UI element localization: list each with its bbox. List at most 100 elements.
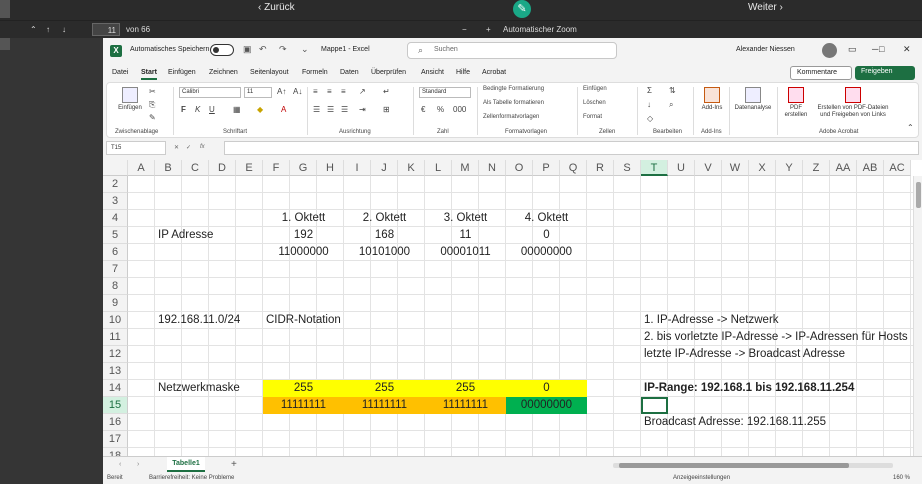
fx-icon[interactable]: fx xyxy=(200,144,205,150)
row-header[interactable]: 5 xyxy=(103,227,128,244)
decrease-font-icon[interactable]: A↓ xyxy=(293,87,302,96)
cell-maskbin-2[interactable]: 11111111 xyxy=(344,397,425,414)
column-header[interactable]: W xyxy=(722,160,749,176)
copy-icon[interactable]: ⎘ xyxy=(149,100,155,110)
row-header[interactable]: 10 xyxy=(103,312,128,329)
cell-ip-1[interactable]: 192 xyxy=(263,227,344,244)
row-header[interactable]: 17 xyxy=(103,431,128,448)
cell-styles-button[interactable]: Zellenformatvorlagen xyxy=(483,114,539,120)
user-name[interactable]: Alexander Niessen xyxy=(736,46,795,53)
vertical-scrollbar[interactable] xyxy=(913,176,922,456)
column-header[interactable]: B xyxy=(155,160,182,176)
display-settings[interactable]: Anzeigeeinstellungen xyxy=(673,475,730,481)
scrollbar-thumb[interactable] xyxy=(916,182,921,208)
page-down-icon[interactable]: ↓ xyxy=(62,25,66,34)
cell-ip-2[interactable]: 168 xyxy=(344,227,425,244)
collapse-ribbon-icon[interactable]: ⌃ xyxy=(907,123,914,132)
bold-button[interactable]: F xyxy=(181,105,186,114)
formula-input[interactable] xyxy=(224,141,919,155)
conditional-format-button[interactable]: Bedingte Formatierung xyxy=(483,86,544,92)
enter-icon[interactable]: ✓ xyxy=(186,144,191,151)
row-header[interactable]: 2 xyxy=(103,176,128,193)
cell-ip-4[interactable]: 0 xyxy=(506,227,587,244)
select-all-corner[interactable] xyxy=(103,160,128,176)
pdf-share-button[interactable]: Erstellen von PDF-Dateien und Freigeben … xyxy=(813,87,893,119)
column-header[interactable]: AC xyxy=(884,160,911,176)
cell-note-1[interactable]: 1. IP-Adresse -> Netzwerk xyxy=(644,312,887,329)
back-button[interactable]: ‹ Zurück xyxy=(258,2,295,13)
column-header[interactable]: I xyxy=(344,160,371,176)
redo-icon[interactable]: ↷ xyxy=(279,44,287,55)
cut-icon[interactable]: ✂ xyxy=(149,87,156,96)
align-bottom-icon[interactable]: ≡ xyxy=(341,87,346,96)
italic-button[interactable]: K xyxy=(195,105,200,114)
cell-note-2[interactable]: 2. bis vorletzte IP-Adresse -> IP-Adress… xyxy=(644,329,908,346)
sidebar-toggle-icon[interactable] xyxy=(0,0,10,18)
align-middle-icon[interactable]: ≡ xyxy=(327,87,332,96)
cell-maskbin-1[interactable]: 11111111 xyxy=(263,397,344,414)
zoom-select[interactable]: Automatischer Zoom xyxy=(503,25,577,34)
column-header[interactable]: P xyxy=(533,160,560,176)
next-button[interactable]: Weiter › xyxy=(748,2,783,13)
page-number-input[interactable]: 11 xyxy=(92,23,120,36)
row-header[interactable]: 3 xyxy=(103,193,128,210)
cell-bin-1[interactable]: 11000000 xyxy=(263,244,344,261)
cell-ip-range[interactable]: IP-Range: 192.168.1 bis 192.168.11.254 xyxy=(644,380,887,397)
delete-cells-button[interactable]: Löschen xyxy=(583,100,606,106)
tab-formeln[interactable]: Formeln xyxy=(302,69,328,76)
font-color-icon[interactable]: A xyxy=(281,105,286,114)
add-sheet-button[interactable]: + xyxy=(231,459,237,470)
thousands-icon[interactable]: 000 xyxy=(453,105,466,114)
pdf-create-button[interactable]: PDF erstellen xyxy=(783,87,809,119)
autosum-icon[interactable]: Σ xyxy=(647,86,652,95)
paste-button[interactable]: Einfügen xyxy=(115,87,145,112)
column-header[interactable]: D xyxy=(209,160,236,176)
zoom-out-button[interactable]: − xyxy=(462,25,467,34)
undo-icon[interactable]: ↶ xyxy=(259,44,267,55)
comments-button[interactable]: Kommentare xyxy=(790,66,852,80)
cell-mask-2[interactable]: 255 xyxy=(344,380,425,397)
align-top-icon[interactable]: ≡ xyxy=(313,87,318,96)
format-cells-button[interactable]: Format xyxy=(583,114,602,120)
share-button[interactable]: Freigeben xyxy=(855,66,915,80)
percent-icon[interactable]: % xyxy=(437,105,444,114)
column-header[interactable]: V xyxy=(695,160,722,176)
column-header[interactable]: O xyxy=(506,160,533,176)
column-header[interactable]: Q xyxy=(560,160,587,176)
format-painter-icon[interactable]: ✎ xyxy=(149,113,156,122)
find-icon[interactable]: ⌕ xyxy=(669,100,673,110)
tab-hilfe[interactable]: Hilfe xyxy=(456,69,470,76)
scrollbar-thumb[interactable] xyxy=(619,463,849,468)
column-header[interactable]: U xyxy=(668,160,695,176)
cancel-icon[interactable]: ✕ xyxy=(174,144,179,151)
edit-icon[interactable]: ✎ xyxy=(513,0,531,18)
orientation-icon[interactable]: ↗ xyxy=(359,87,366,96)
selected-cell[interactable] xyxy=(641,397,668,414)
cell-ip-3[interactable]: 11 xyxy=(425,227,506,244)
insert-cells-button[interactable]: Einfügen xyxy=(583,86,607,92)
underline-button[interactable]: U xyxy=(209,105,215,114)
cell-mask-3[interactable]: 255 xyxy=(425,380,506,397)
cell-mask-label[interactable]: Netzwerkmaske xyxy=(158,380,266,397)
cell-oktett-1[interactable]: 1. Oktett xyxy=(263,210,344,227)
merge-icon[interactable]: ⊞ xyxy=(383,105,390,114)
column-header[interactable]: F xyxy=(263,160,290,176)
tab-ansicht[interactable]: Ansicht xyxy=(421,69,444,76)
row-header[interactable]: 4 xyxy=(103,210,128,227)
column-header[interactable]: H xyxy=(317,160,344,176)
addins-button[interactable]: Add-Ins xyxy=(699,87,725,112)
cell-oktett-2[interactable]: 2. Oktett xyxy=(344,210,425,227)
cell-bin-2[interactable]: 10101000 xyxy=(344,244,425,261)
fill-icon[interactable]: ↓ xyxy=(647,100,651,109)
cell-note-3[interactable]: letzte IP-Adresse -> Broadcast Adresse xyxy=(644,346,887,363)
cell-ip-label[interactable]: IP Adresse xyxy=(158,227,266,244)
next-sheet-icon[interactable]: › xyxy=(137,461,139,468)
tab-ueberpruefen[interactable]: Überprüfen xyxy=(371,69,406,76)
name-box[interactable]: T15 xyxy=(106,141,166,155)
cell-maskbin-4[interactable]: 00000000 xyxy=(506,397,587,414)
number-format-select[interactable]: Standard xyxy=(419,87,471,98)
tab-datei[interactable]: Datei xyxy=(112,69,128,76)
sheet-tab[interactable]: Tabelle1 xyxy=(167,457,205,472)
zoom-in-button[interactable]: + xyxy=(486,25,491,34)
column-header[interactable]: X xyxy=(749,160,776,176)
